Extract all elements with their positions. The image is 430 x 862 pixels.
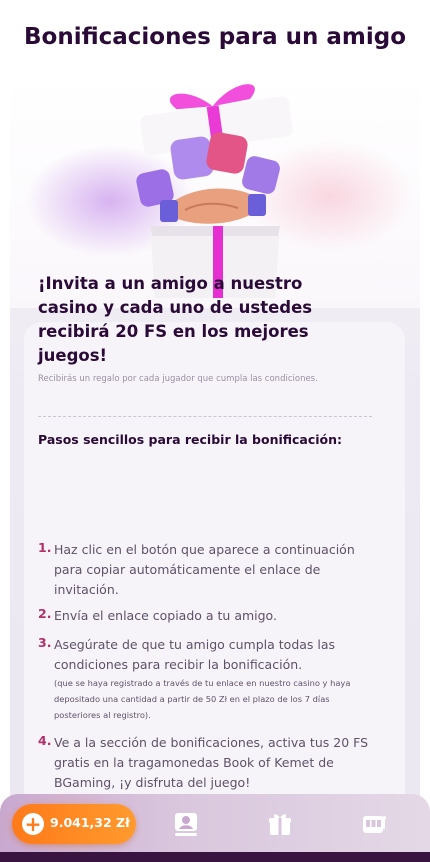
bottom-strip: [0, 852, 430, 862]
step-number: 4.: [38, 733, 52, 748]
step-text: Asegúrate de que tu amigo cumpla todas l…: [54, 637, 336, 672]
step-note: (que se haya registrado a través de tu e…: [54, 678, 351, 720]
steps-title: Pasos sencillos para recibir la bonifica…: [38, 432, 343, 447]
referral-bonus-page: Bonificaciones para un amigo ¡Invita a u…: [0, 0, 430, 862]
step-text: Ve a la sección de bonificaciones, activ…: [54, 735, 369, 790]
page-title: Bonificaciones para un amigo: [23, 24, 407, 50]
invite-subtext: Recibirás un regalo por cada jugador que…: [38, 374, 318, 384]
step-number: 3.: [38, 635, 52, 650]
slots-icon[interactable]: [360, 810, 388, 838]
step-number: 2.: [38, 606, 52, 621]
step-text: Haz clic en el botón que aparece a conti…: [54, 542, 355, 597]
profile-icon[interactable]: [172, 810, 200, 838]
balance-deposit-button[interactable]: + 9.041,32 Zł: [12, 804, 136, 844]
gift-icon[interactable]: [266, 810, 294, 838]
step-number: 1.: [38, 540, 52, 555]
dashed-divider: [38, 416, 372, 417]
step-text: Envía el enlace copiado a tu amigo.: [54, 608, 277, 623]
balance-value: 9.041,32 Zł: [50, 815, 130, 830]
invite-heading: ¡Invita a un amigo a nuestro casino y ca…: [38, 274, 313, 365]
plus-icon: +: [22, 813, 44, 835]
